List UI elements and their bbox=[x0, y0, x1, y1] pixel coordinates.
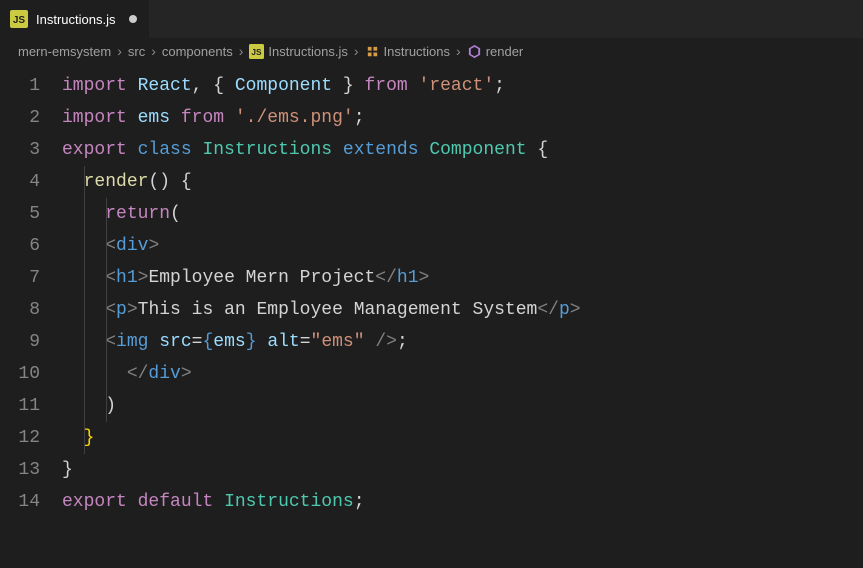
class-icon bbox=[365, 44, 380, 59]
code-line[interactable]: <img src={ems} alt="ems" />; bbox=[62, 326, 863, 358]
line-number: 7 bbox=[0, 262, 40, 294]
svg-text:JS: JS bbox=[252, 46, 263, 56]
line-number-gutter: 1234567891011121314 bbox=[0, 70, 62, 518]
chevron-right-icon: › bbox=[237, 43, 246, 59]
code-line[interactable]: } bbox=[62, 454, 863, 486]
breadcrumb-item[interactable]: mern-emsystem bbox=[18, 44, 111, 59]
line-number: 5 bbox=[0, 198, 40, 230]
breadcrumb-item[interactable]: src bbox=[128, 44, 145, 59]
code-line[interactable]: } bbox=[62, 422, 863, 454]
chevron-right-icon: › bbox=[454, 43, 463, 59]
line-number: 14 bbox=[0, 486, 40, 518]
line-number: 6 bbox=[0, 230, 40, 262]
chevron-right-icon: › bbox=[149, 43, 158, 59]
line-number: 1 bbox=[0, 70, 40, 102]
breadcrumb-item[interactable]: Instructions bbox=[384, 44, 450, 59]
line-number: 8 bbox=[0, 294, 40, 326]
code-line[interactable]: export class Instructions extends Compon… bbox=[62, 134, 863, 166]
method-icon bbox=[467, 44, 482, 59]
breadcrumb-item[interactable]: components bbox=[162, 44, 233, 59]
code-line[interactable]: <div> bbox=[62, 230, 863, 262]
code-line[interactable]: ) bbox=[62, 390, 863, 422]
code-line[interactable]: import React, { Component } from 'react'… bbox=[62, 70, 863, 102]
line-number: 9 bbox=[0, 326, 40, 358]
indent-guide bbox=[84, 166, 85, 454]
breadcrumb[interactable]: mern-emsystem › src › components › JS In… bbox=[0, 38, 863, 64]
code-line[interactable]: import ems from './ems.png'; bbox=[62, 102, 863, 134]
code-editor[interactable]: 1234567891011121314 import React, { Comp… bbox=[0, 64, 863, 518]
line-number: 4 bbox=[0, 166, 40, 198]
tab-label: Instructions.js bbox=[36, 12, 115, 27]
unsaved-dot-icon[interactable] bbox=[129, 15, 137, 23]
breadcrumb-item[interactable]: render bbox=[486, 44, 524, 59]
indent-guide bbox=[106, 198, 107, 422]
js-file-icon: JS bbox=[249, 44, 264, 59]
tab-instructions-js[interactable]: JS Instructions.js bbox=[0, 0, 150, 38]
line-number: 11 bbox=[0, 390, 40, 422]
tab-bar: JS Instructions.js bbox=[0, 0, 863, 38]
svg-text:JS: JS bbox=[13, 15, 26, 26]
code-line[interactable]: <h1>Employee Mern Project</h1> bbox=[62, 262, 863, 294]
breadcrumb-item[interactable]: Instructions.js bbox=[268, 44, 347, 59]
chevron-right-icon: › bbox=[352, 43, 361, 59]
js-file-icon: JS bbox=[10, 10, 28, 28]
code-area[interactable]: import React, { Component } from 'react'… bbox=[62, 70, 863, 518]
line-number: 13 bbox=[0, 454, 40, 486]
code-line[interactable]: </div> bbox=[62, 358, 863, 390]
line-number: 10 bbox=[0, 358, 40, 390]
line-number: 2 bbox=[0, 102, 40, 134]
chevron-right-icon: › bbox=[115, 43, 124, 59]
code-line[interactable]: return( bbox=[62, 198, 863, 230]
code-line[interactable]: <p>This is an Employee Management System… bbox=[62, 294, 863, 326]
code-line[interactable]: render() { bbox=[62, 166, 863, 198]
code-line[interactable]: export default Instructions; bbox=[62, 486, 863, 518]
line-number: 3 bbox=[0, 134, 40, 166]
line-number: 12 bbox=[0, 422, 40, 454]
